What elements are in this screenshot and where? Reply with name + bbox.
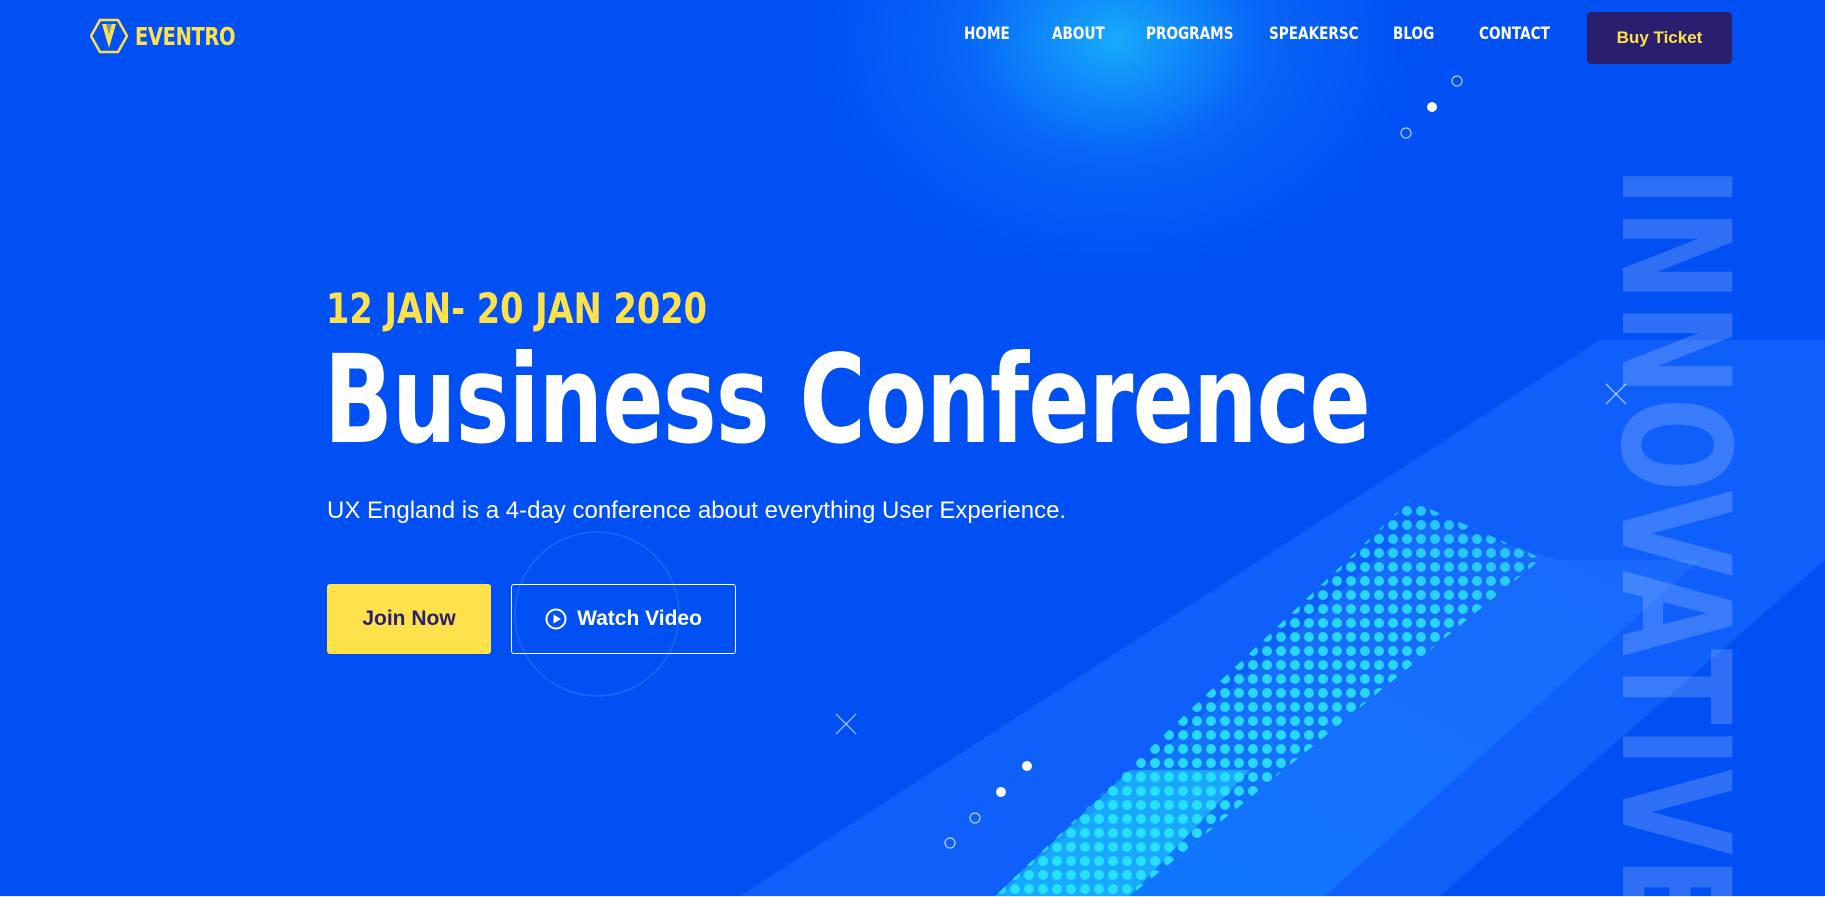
brand-name: EVENTRO bbox=[135, 21, 236, 51]
nav-home[interactable]: HOME bbox=[964, 24, 1010, 44]
hero-section: INNOVATIVE EVENTRO HOME ABOUT PROGRAMS S… bbox=[0, 0, 1825, 896]
x-mark-icon bbox=[835, 713, 857, 735]
decor-dot bbox=[1400, 127, 1412, 139]
nav-speakers[interactable]: SPEAKERSC bbox=[1269, 24, 1359, 44]
play-circle-icon bbox=[545, 608, 567, 630]
decor-dot bbox=[1451, 75, 1463, 87]
hero-subtitle: UX England is a 4-day conference about e… bbox=[327, 497, 1067, 524]
nav-about[interactable]: ABOUT bbox=[1052, 24, 1105, 44]
nav-contact[interactable]: CONTACT bbox=[1479, 24, 1550, 44]
join-now-button[interactable]: Join Now bbox=[327, 584, 491, 654]
decor-dot bbox=[1022, 761, 1032, 771]
event-date: 12 JAN- 20 JAN 2020 bbox=[326, 284, 708, 333]
watch-video-button[interactable]: Watch Video bbox=[511, 584, 736, 654]
decor-dot bbox=[996, 787, 1006, 797]
hexagon-logo-icon bbox=[90, 18, 128, 54]
page-title: Business Conference bbox=[324, 329, 1371, 471]
watch-video-label: Watch Video bbox=[577, 607, 702, 630]
logo[interactable]: EVENTRO bbox=[90, 18, 263, 54]
vertical-word: INNOVATIVE bbox=[1587, 166, 1761, 896]
nav-programs[interactable]: PROGRAMS bbox=[1146, 24, 1234, 44]
buy-ticket-button[interactable]: Buy Ticket bbox=[1587, 12, 1732, 64]
nav-blog[interactable]: BLOG bbox=[1393, 24, 1434, 44]
decor-dot bbox=[1427, 102, 1437, 112]
